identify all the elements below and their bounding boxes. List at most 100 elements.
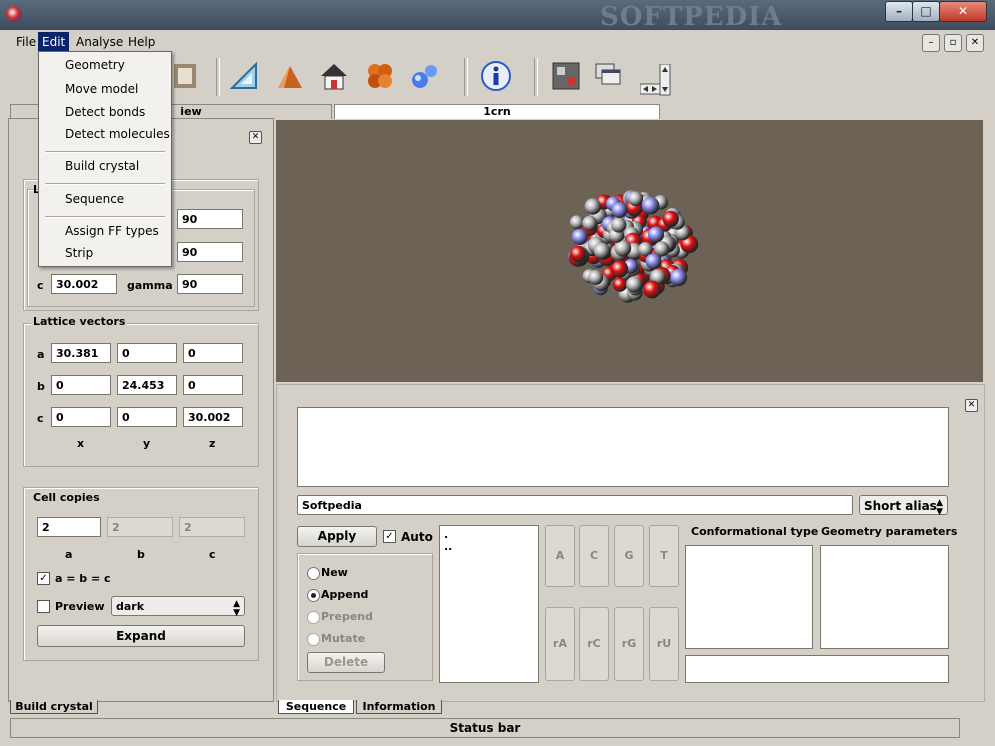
vector-a-z[interactable]: 0 — [183, 343, 243, 363]
parameter-input[interactable] — [685, 655, 949, 683]
sequence-text-area[interactable] — [297, 407, 949, 487]
mdi-close-icon[interactable]: ✕ — [966, 34, 984, 52]
residue-c-button[interactable]: C — [579, 525, 609, 587]
menu-separator — [45, 183, 165, 185]
watermark: SOFTPEDIA — [600, 2, 783, 32]
radio-append[interactable] — [307, 589, 320, 602]
radio-new[interactable] — [307, 567, 320, 580]
menu-file[interactable]: File — [12, 32, 40, 52]
equal-copies-checkbox[interactable]: ✓ — [37, 572, 50, 585]
tool-partial-icon[interactable] — [170, 60, 202, 92]
atom-sphere — [582, 215, 598, 231]
beta-field[interactable]: 90 — [177, 242, 243, 262]
atom-sphere — [593, 242, 611, 259]
copies-label-c: c — [209, 548, 216, 561]
home-icon[interactable] — [318, 60, 350, 92]
mdi-minimize-icon[interactable]: – — [922, 34, 940, 52]
residue-rg-button[interactable]: rG — [614, 607, 644, 681]
vector-b-z[interactable]: 0 — [183, 375, 243, 395]
radio-append-label: Append — [321, 588, 369, 601]
residue-ru-button[interactable]: rU — [649, 607, 679, 681]
auto-checkbox[interactable]: ✓ — [383, 530, 396, 543]
vector-b-y[interactable]: 24.453 — [117, 375, 177, 395]
vector-a-x[interactable]: 30.381 — [51, 343, 111, 363]
menu-item-build-crystal[interactable]: Build crystal — [65, 159, 139, 173]
molecule-viewer[interactable] — [276, 120, 983, 382]
mdi-restore-icon[interactable]: ▫ — [944, 34, 962, 52]
col-label-y: y — [143, 437, 151, 450]
atom-sphere — [647, 226, 665, 243]
tab-information[interactable]: Information — [356, 700, 442, 714]
delete-button[interactable]: Delete — [307, 652, 385, 673]
menu-item-sequence[interactable]: Sequence — [65, 192, 124, 206]
preview-checkbox[interactable] — [37, 600, 50, 613]
edit-menu: Geometry Move model Detect bonds Detect … — [38, 51, 172, 267]
radio-mutate-label: Mutate — [321, 632, 366, 645]
atom-sphere — [645, 253, 662, 270]
atom-sphere — [669, 268, 688, 287]
menu-help[interactable]: Help — [124, 32, 159, 52]
tab-build-crystal[interactable]: Build crystal — [10, 700, 98, 714]
radio-mutate[interactable] — [307, 633, 320, 646]
maximize-button[interactable]: □ — [912, 1, 940, 22]
menu-item-assign-ff-types[interactable]: Assign FF types — [65, 224, 159, 238]
tab-sequence[interactable]: Sequence — [278, 700, 354, 714]
row-label-a: a — [37, 348, 45, 361]
expand-button[interactable]: Expand — [37, 625, 245, 647]
residue-a-button[interactable]: A — [545, 525, 575, 587]
gamma-field[interactable]: 90 — [177, 274, 243, 294]
info-icon[interactable] — [480, 60, 512, 92]
menu-item-move-model[interactable]: Move model — [65, 82, 138, 96]
menu-analyse[interactable]: Analyse — [72, 32, 127, 52]
c-length-field[interactable]: 30.002 — [51, 274, 117, 294]
atom-sphere — [626, 276, 643, 293]
close-button[interactable]: ✕ — [939, 1, 987, 22]
residue-t-button[interactable]: T — [649, 525, 679, 587]
angle-tool-icon[interactable] — [274, 60, 306, 92]
atom-sphere — [613, 277, 628, 292]
name-field[interactable]: Softpedia — [297, 495, 853, 515]
row-label-c: c — [37, 412, 44, 425]
close-panel-icon[interactable]: ✕ — [249, 131, 262, 144]
radio-prepend[interactable] — [307, 611, 320, 624]
style-select[interactable]: dark ▲ ▼ — [111, 596, 245, 618]
menu-edit[interactable]: Edit — [38, 32, 70, 52]
windows-icon[interactable] — [594, 60, 626, 92]
row-label-b: b — [37, 380, 45, 393]
tab-1crn[interactable]: 1crn — [334, 104, 660, 119]
select-arrows-icon: ▲ ▼ — [936, 498, 943, 517]
triangle-tool-icon[interactable] — [228, 60, 260, 92]
copies-label-b: b — [137, 548, 145, 561]
close-panel-icon[interactable]: ✕ — [965, 399, 978, 412]
vector-c-x[interactable]: 0 — [51, 407, 111, 427]
vector-a-y[interactable]: 0 — [117, 343, 177, 363]
atom-sphere — [611, 260, 629, 278]
arrow-control-icon[interactable] — [639, 63, 672, 96]
vector-c-z[interactable]: 30.002 — [183, 407, 243, 427]
conformational-type-list[interactable] — [685, 545, 813, 649]
panel-tool-icon[interactable] — [550, 60, 582, 92]
menu-item-detect-bonds[interactable]: Detect bonds — [65, 105, 145, 119]
atom-sphere — [662, 210, 679, 228]
residue-rc-button[interactable]: rC — [579, 607, 609, 681]
apply-button[interactable]: Apply — [297, 526, 377, 547]
minimize-button[interactable]: – — [885, 1, 913, 22]
vector-b-x[interactable]: 0 — [51, 375, 111, 395]
residue-ra-button[interactable]: rA — [545, 607, 575, 681]
menu-item-detect-molecules[interactable]: Detect molecules — [65, 127, 170, 141]
molecule-cluster-icon[interactable] — [364, 60, 396, 92]
residue-g-button[interactable]: G — [614, 525, 644, 587]
menu-item-strip[interactable]: Strip — [65, 246, 93, 260]
vector-c-y[interactable]: 0 — [117, 407, 177, 427]
app-icon[interactable] — [6, 6, 22, 22]
alias-select[interactable]: Short alias ▲ ▼ — [859, 495, 948, 517]
alpha-field[interactable]: 90 — [177, 209, 243, 229]
style-select-value: dark — [116, 600, 145, 613]
menu-item-geometry[interactable]: Geometry — [65, 58, 125, 72]
copies-a-field[interactable]: 2 — [37, 517, 101, 537]
list-item[interactable]: .. — [444, 540, 452, 553]
radio-new-label: New — [321, 566, 348, 579]
geometry-parameters-list[interactable] — [820, 545, 949, 649]
atoms-icon[interactable] — [408, 60, 440, 92]
directory-list[interactable]: . .. — [439, 525, 539, 683]
